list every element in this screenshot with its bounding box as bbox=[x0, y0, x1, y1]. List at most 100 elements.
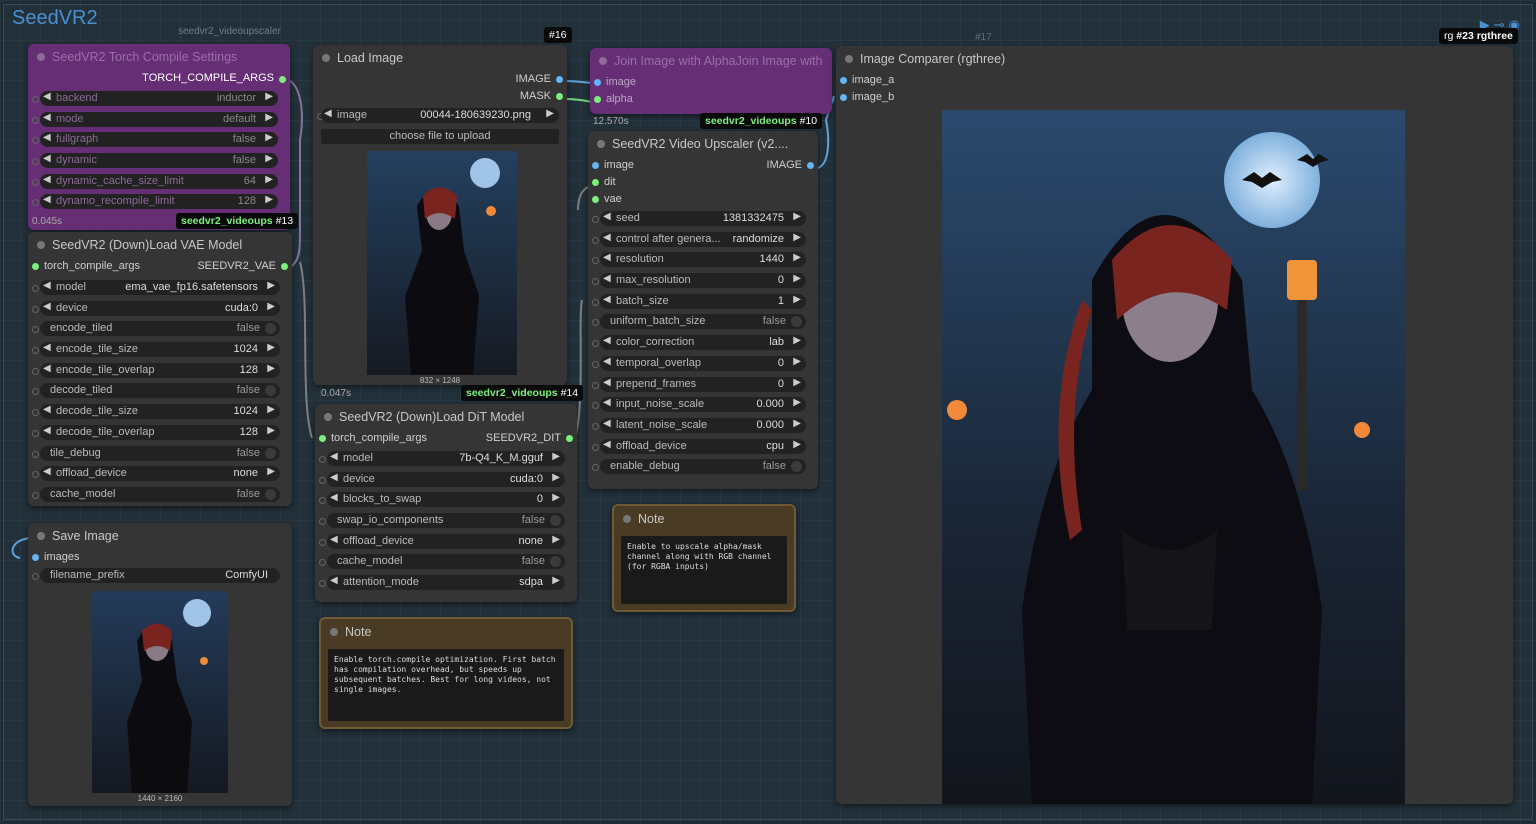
widget-socket[interactable] bbox=[32, 367, 39, 375]
input-socket[interactable] bbox=[319, 435, 326, 442]
collapse-dot[interactable] bbox=[37, 53, 45, 61]
decode-tiled-widget[interactable]: decode_tiled false bbox=[40, 383, 280, 399]
widget-socket[interactable] bbox=[592, 422, 599, 430]
prev-arrow-icon[interactable]: ◀ bbox=[324, 108, 332, 119]
vae-input-socket[interactable] bbox=[592, 196, 599, 203]
dynamic-widget[interactable]: ◀ dynamic false ▶ bbox=[40, 153, 278, 169]
decrement-arrow-icon[interactable]: ◀ bbox=[43, 363, 51, 374]
increment-arrow-icon[interactable]: ▶ bbox=[793, 273, 801, 284]
decrement-arrow-icon[interactable]: ◀ bbox=[43, 425, 51, 436]
decrement-arrow-icon[interactable]: ◀ bbox=[43, 404, 51, 415]
increment-arrow-icon[interactable]: ▶ bbox=[793, 356, 801, 367]
widget-socket[interactable] bbox=[32, 116, 39, 124]
increment-arrow-icon[interactable]: ▶ bbox=[552, 451, 560, 462]
widget-socket[interactable] bbox=[592, 319, 599, 327]
widget-socket[interactable] bbox=[32, 450, 39, 458]
decrement-arrow-icon[interactable]: ◀ bbox=[330, 451, 338, 462]
widget-socket[interactable] bbox=[592, 278, 599, 286]
collapse-dot[interactable] bbox=[597, 140, 605, 148]
decrement-arrow-icon[interactable]: ◀ bbox=[43, 153, 51, 164]
widget-socket[interactable] bbox=[592, 360, 599, 368]
widget-socket[interactable] bbox=[592, 216, 599, 223]
decrement-arrow-icon[interactable]: ◀ bbox=[43, 194, 51, 205]
input-socket[interactable] bbox=[32, 263, 39, 270]
batch-size-widget[interactable]: ◀ batch_size 1 ▶ bbox=[600, 293, 806, 309]
backend-widget[interactable]: ◀ backend inductor ▶ bbox=[40, 91, 278, 106]
widget-socket[interactable] bbox=[32, 409, 39, 417]
node-header[interactable]: SeedVR2 (Down)Load VAE Model bbox=[28, 232, 292, 258]
increment-arrow-icon[interactable]: ▶ bbox=[267, 466, 275, 477]
decrement-arrow-icon[interactable]: ◀ bbox=[603, 356, 611, 367]
image-input-socket[interactable] bbox=[592, 162, 599, 169]
offload-device-widget[interactable]: ◀ offload_device none ▶ bbox=[327, 533, 565, 549]
collapse-dot[interactable] bbox=[623, 515, 631, 523]
node-header[interactable]: Load Image bbox=[313, 45, 567, 71]
increment-arrow-icon[interactable]: ▶ bbox=[552, 492, 560, 503]
prepend-frames-widget[interactable]: ◀ prepend_frames 0 ▶ bbox=[600, 376, 806, 392]
collapse-dot[interactable] bbox=[322, 54, 330, 62]
image-a-input-socket[interactable] bbox=[840, 77, 847, 84]
decrement-arrow-icon[interactable]: ◀ bbox=[603, 232, 611, 243]
decrement-arrow-icon[interactable]: ◀ bbox=[330, 534, 338, 545]
comparison-image[interactable] bbox=[942, 110, 1405, 804]
node-header[interactable]: Note bbox=[614, 506, 794, 532]
widget-socket[interactable] bbox=[32, 137, 39, 145]
increment-arrow-icon[interactable]: ▶ bbox=[265, 194, 273, 205]
widget-socket[interactable] bbox=[32, 285, 39, 292]
decrement-arrow-icon[interactable]: ◀ bbox=[43, 174, 51, 185]
node-header[interactable]: SeedVR2 Video Upscaler (v2.... bbox=[588, 131, 818, 157]
swap-io-components-widget[interactable]: swap_io_components false bbox=[327, 513, 565, 529]
latent-noise-scale-widget[interactable]: ◀ latent_noise_scale 0.000 ▶ bbox=[600, 417, 806, 433]
collapse-dot[interactable] bbox=[37, 532, 45, 540]
attention-mode-widget[interactable]: ◀ attention_mode sdpa ▶ bbox=[327, 575, 565, 591]
save-image-node[interactable]: Save Image images filename_prefix ComfyUI… bbox=[28, 523, 292, 806]
increment-arrow-icon[interactable]: ▶ bbox=[793, 418, 801, 429]
fullgraph-widget[interactable]: ◀ fullgraph false ▶ bbox=[40, 132, 278, 148]
input-socket[interactable] bbox=[32, 554, 39, 561]
widget-socket[interactable] bbox=[32, 429, 39, 437]
enable-debug-widget[interactable]: enable_debug false bbox=[600, 459, 806, 475]
widget-socket[interactable] bbox=[319, 518, 326, 526]
toggle-knob[interactable] bbox=[550, 556, 561, 568]
cache-model-widget[interactable]: cache_model false bbox=[40, 486, 280, 502]
increment-arrow-icon[interactable]: ▶ bbox=[793, 211, 801, 222]
increment-arrow-icon[interactable]: ▶ bbox=[267, 425, 275, 436]
dynamo-recompile-limit-widget[interactable]: ◀ dynamo_recompile_limit 128 ▶ bbox=[40, 194, 278, 210]
widget-socket[interactable] bbox=[32, 158, 39, 166]
uniform-batch-size-widget[interactable]: uniform_batch_size false bbox=[600, 314, 806, 330]
widget-socket[interactable] bbox=[32, 305, 39, 313]
decrement-arrow-icon[interactable]: ◀ bbox=[603, 252, 611, 263]
increment-arrow-icon[interactable]: ▶ bbox=[552, 534, 560, 545]
node-header[interactable]: Note bbox=[321, 619, 571, 645]
max-resolution-widget[interactable]: ◀ max_resolution 0 ▶ bbox=[600, 273, 806, 289]
image-input-socket[interactable] bbox=[594, 79, 601, 86]
widget-socket[interactable] bbox=[32, 347, 39, 355]
increment-arrow-icon[interactable]: ▶ bbox=[265, 132, 273, 143]
increment-arrow-icon[interactable]: ▶ bbox=[267, 363, 275, 374]
alpha-input-socket[interactable] bbox=[594, 96, 601, 103]
toggle-knob[interactable] bbox=[265, 447, 276, 459]
widget-socket[interactable] bbox=[319, 456, 326, 463]
image-output-socket[interactable] bbox=[807, 162, 814, 169]
dit-loader-node[interactable]: SeedVR2 (Down)Load DiT Model torch_compi… bbox=[315, 404, 577, 602]
node-header[interactable]: Image Comparer (rgthree) bbox=[836, 46, 1513, 72]
encode-tile-size-widget[interactable]: ◀ encode_tile_size 1024 ▶ bbox=[40, 342, 280, 358]
dynamic-cache-size-limit-widget[interactable]: ◀ dynamic_cache_size_limit 64 ▶ bbox=[40, 173, 278, 189]
widget-socket[interactable] bbox=[592, 236, 599, 244]
color-correction-widget[interactable]: ◀ color_correction lab ▶ bbox=[600, 335, 806, 351]
encode-tile-overlap-widget[interactable]: ◀ encode_tile_overlap 128 ▶ bbox=[40, 362, 280, 378]
increment-arrow-icon[interactable]: ▶ bbox=[793, 397, 801, 408]
note-text[interactable]: Enable to upscale alpha/mask channel alo… bbox=[621, 536, 787, 604]
image-b-input-socket[interactable] bbox=[840, 94, 847, 101]
increment-arrow-icon[interactable]: ▶ bbox=[552, 472, 560, 483]
widget-socket[interactable] bbox=[592, 381, 599, 389]
widget-socket[interactable] bbox=[32, 199, 39, 207]
decrement-arrow-icon[interactable]: ◀ bbox=[43, 301, 51, 312]
decrement-arrow-icon[interactable]: ◀ bbox=[43, 466, 51, 477]
increment-arrow-icon[interactable]: ▶ bbox=[265, 91, 273, 102]
widget-socket[interactable] bbox=[32, 326, 39, 334]
mask-output-socket[interactable] bbox=[556, 93, 563, 100]
encode-tiled-widget[interactable]: encode_tiled false bbox=[40, 321, 280, 337]
widget-socket[interactable] bbox=[319, 476, 326, 484]
cache-model-widget[interactable]: cache_model false bbox=[327, 554, 565, 570]
